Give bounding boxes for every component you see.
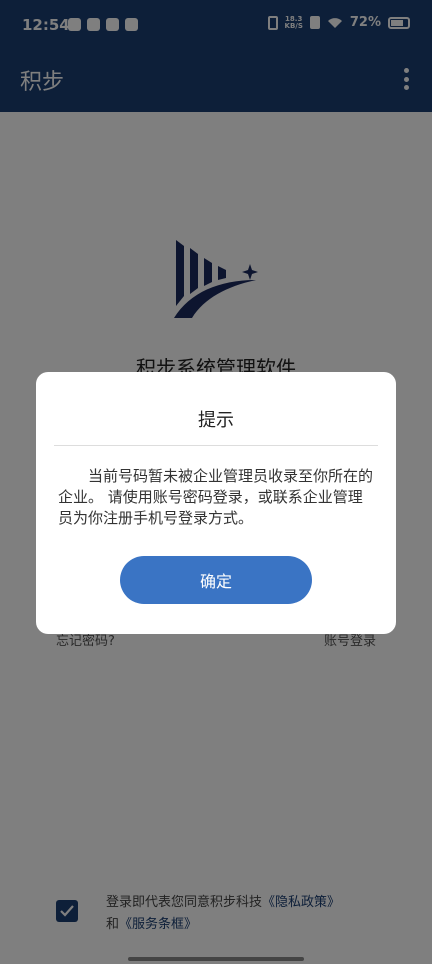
dialog-title: 提示 [198,410,234,431]
confirm-button[interactable]: 确定 [120,556,312,604]
dialog-divider [54,445,378,446]
dialog-message: 当前号码暂未被企业管理员收录至你所在的企业。 请使用账号密码登录，或联系企业管理… [58,467,374,527]
alert-dialog: 提示 当前号码暂未被企业管理员收录至你所在的企业。 请使用账号密码登录，或联系企… [36,372,396,634]
